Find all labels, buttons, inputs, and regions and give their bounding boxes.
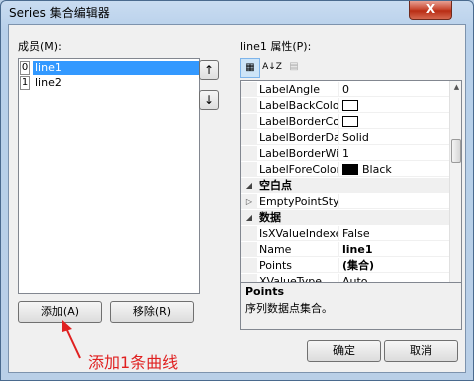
row-gutter bbox=[241, 146, 257, 161]
property-grid-scrollbar[interactable]: ▲ ▼ bbox=[449, 81, 461, 297]
close-button[interactable]: X bbox=[409, 1, 452, 20]
annotation-arrow-icon bbox=[62, 320, 81, 359]
expander-icon[interactable]: ◢ bbox=[241, 210, 257, 225]
row-gutter bbox=[241, 162, 257, 177]
property-value[interactable]: Black bbox=[342, 162, 448, 177]
property-name: LabelBorderDash bbox=[259, 130, 339, 145]
color-swatch bbox=[342, 100, 358, 111]
property-row[interactable]: LabelBorderWidt1 bbox=[241, 146, 449, 161]
description-text: 序列数据点集合。 bbox=[245, 302, 333, 315]
annotation-text: 添加1条曲线 bbox=[88, 353, 179, 372]
property-value[interactable]: False bbox=[342, 226, 448, 241]
row-gutter bbox=[241, 242, 257, 257]
property-value-text: line1 bbox=[342, 243, 373, 256]
list-item[interactable]: 1 line2 bbox=[19, 76, 199, 90]
category-name: 空白点 bbox=[259, 179, 292, 192]
property-value[interactable] bbox=[342, 98, 448, 113]
property-value[interactable]: line1 bbox=[342, 242, 448, 257]
scrollbar-thumb[interactable] bbox=[451, 139, 461, 163]
properties-label: line1 属性(P): bbox=[240, 40, 312, 53]
cancel-button[interactable]: 取消 bbox=[384, 340, 458, 362]
property-row[interactable]: LabelAngle 0 bbox=[241, 82, 449, 97]
property-value-text: Black bbox=[362, 163, 392, 176]
category-name: 数据 bbox=[259, 211, 281, 224]
window-title: Series 集合编辑器 bbox=[9, 6, 110, 20]
property-name: IsXValueIndexed bbox=[259, 226, 339, 241]
expander-icon[interactable]: ▷ bbox=[241, 194, 257, 209]
list-item-index: 1 bbox=[20, 76, 30, 90]
move-up-button[interactable]: ↑ bbox=[199, 60, 219, 80]
property-value[interactable]: Solid bbox=[342, 130, 448, 145]
property-row[interactable]: Name line1 bbox=[241, 242, 449, 257]
row-gutter bbox=[241, 226, 257, 241]
property-name: LabelAngle bbox=[259, 82, 339, 97]
color-swatch bbox=[342, 164, 358, 175]
row-gutter bbox=[241, 98, 257, 113]
property-name: LabelBorderColo bbox=[259, 114, 339, 129]
row-gutter bbox=[241, 130, 257, 145]
property-category-row[interactable]: ◢ 数据 bbox=[241, 210, 449, 225]
property-row[interactable]: LabelBorderColo bbox=[241, 114, 449, 129]
property-row[interactable]: LabelForeColor Black bbox=[241, 162, 449, 177]
property-name: LabelForeColor bbox=[259, 162, 339, 177]
property-value[interactable]: 0 bbox=[342, 82, 448, 97]
property-pages-icon[interactable]: ▤ bbox=[284, 58, 304, 78]
categorized-view-icon[interactable]: ▦ bbox=[240, 58, 260, 78]
scroll-up-arrow-icon[interactable]: ▲ bbox=[450, 81, 461, 94]
color-swatch bbox=[342, 116, 358, 127]
list-item-name: line2 bbox=[35, 76, 62, 89]
property-value-text: False bbox=[342, 227, 370, 240]
property-row[interactable]: LabelBorderDashSolid bbox=[241, 130, 449, 145]
property-value-text: 0 bbox=[342, 83, 349, 96]
property-name: EmptyPointStyle bbox=[259, 194, 339, 209]
property-row[interactable]: ▷EmptyPointStyle bbox=[241, 194, 449, 209]
property-value[interactable] bbox=[342, 194, 448, 209]
move-down-button[interactable]: ↓ bbox=[199, 90, 219, 110]
members-label: 成员(M): bbox=[18, 40, 62, 53]
list-item-index: 0 bbox=[20, 61, 30, 75]
row-gutter bbox=[241, 258, 257, 273]
property-row[interactable]: IsXValueIndexedFalse bbox=[241, 226, 449, 241]
description-title: Points bbox=[245, 285, 285, 298]
description-panel: Points 序列数据点集合。 bbox=[240, 282, 462, 330]
row-gutter bbox=[241, 82, 257, 97]
property-value[interactable]: (集合) bbox=[342, 258, 448, 273]
property-name: Name bbox=[259, 242, 339, 257]
property-grid[interactable]: LabelAngle0LabelBackColorLabelBorderColo… bbox=[240, 80, 462, 298]
remove-button[interactable]: 移除(R) bbox=[110, 301, 194, 323]
ok-button[interactable]: 确定 bbox=[307, 340, 381, 362]
property-value-text: (集合) bbox=[342, 259, 375, 272]
property-value[interactable] bbox=[342, 114, 448, 129]
list-item[interactable]: 0 line1 bbox=[19, 61, 199, 75]
property-row[interactable]: Points (集合) bbox=[241, 258, 449, 273]
property-row[interactable]: LabelBackColor bbox=[241, 98, 449, 113]
row-gutter bbox=[241, 114, 257, 129]
property-name: LabelBackColor bbox=[259, 98, 339, 113]
property-value[interactable]: 1 bbox=[342, 146, 448, 161]
expander-icon[interactable]: ◢ bbox=[241, 178, 257, 193]
members-list[interactable]: 0 line1 1 line2 bbox=[18, 58, 200, 294]
property-category-row[interactable]: ◢ 空白点 bbox=[241, 178, 449, 193]
property-name: LabelBorderWidt bbox=[259, 146, 339, 161]
property-name: Points bbox=[259, 258, 339, 273]
list-item-name: line1 bbox=[33, 61, 199, 75]
alphabetical-sort-icon[interactable]: A↓Z bbox=[262, 58, 282, 78]
property-value-text: Solid bbox=[342, 131, 369, 144]
property-value-text: 1 bbox=[342, 147, 349, 160]
